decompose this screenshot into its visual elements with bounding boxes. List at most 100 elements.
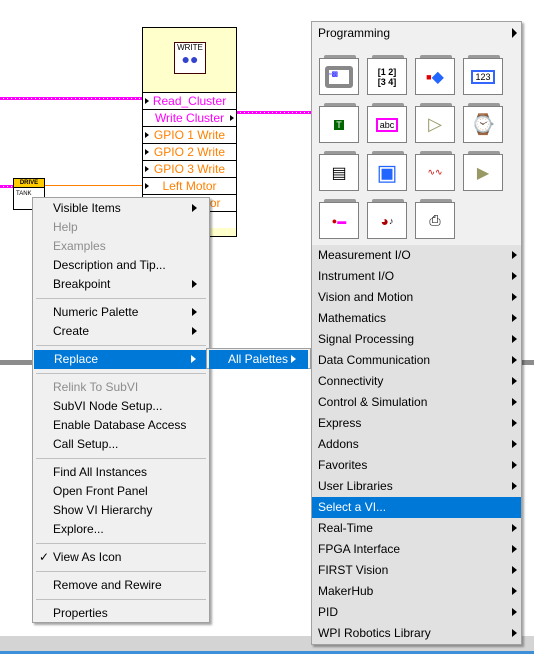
menu-separator (33, 595, 209, 604)
menu-item-label: Properties (53, 606, 108, 620)
menu-item[interactable]: Explore... (33, 520, 209, 539)
write-icon: WRITE ●● (174, 42, 206, 74)
palette-category[interactable]: WPI Robotics Library (312, 623, 521, 644)
string-icon[interactable]: abc (367, 103, 407, 143)
terminal[interactable]: GPIO 2 Write (143, 143, 236, 160)
palette-category[interactable]: Measurement I/O (312, 245, 521, 266)
terminal[interactable]: Read_Cluster (143, 92, 236, 109)
palette-category[interactable]: MakerHub (312, 581, 521, 602)
file-io-icon[interactable]: ▣ (367, 151, 407, 191)
palette-category[interactable]: PID (312, 602, 521, 623)
structures-icon[interactable]: ▫▩ (319, 55, 359, 95)
terminal[interactable]: GPIO 1 Write (143, 126, 236, 143)
glyph: ▬ (337, 215, 347, 226)
submenu-arrow-icon (291, 355, 296, 363)
palette-category[interactable]: Connectivity (312, 371, 521, 392)
application-control-icon[interactable]: ▶ (463, 151, 503, 191)
palette-category[interactable]: Express (312, 413, 521, 434)
dialog-ui-icon[interactable]: ▤ (319, 151, 359, 191)
palette-category[interactable]: User Libraries (312, 476, 521, 497)
menu-item-all-palettes[interactable]: All Palettes (209, 350, 308, 369)
menu-item[interactable]: Create (33, 322, 209, 341)
category-label: Express (318, 416, 362, 430)
cluster-class-variant-icon[interactable]: ■ ◆ (415, 55, 455, 95)
menu-item-label: Relink To SubVI (53, 380, 139, 394)
submenu-arrow-icon (512, 629, 517, 637)
menu-item[interactable]: Help (33, 218, 209, 237)
wire-drive (0, 185, 13, 188)
terminal[interactable]: Write Cluster (143, 109, 236, 126)
menu-item[interactable]: ✓ View As Icon (33, 548, 209, 567)
menu-item[interactable]: Examples (33, 237, 209, 256)
timing-icon[interactable]: ⌚ (463, 103, 503, 143)
category-label: User Libraries (318, 479, 393, 493)
category-label: Real-Time (318, 521, 373, 535)
menu-item[interactable]: Enable Database Access (33, 416, 209, 435)
menu-item[interactable]: Numeric Palette (33, 303, 209, 322)
menu-item[interactable]: Find All Instances (33, 463, 209, 482)
category-label: Connectivity (318, 374, 384, 388)
submenu-arrow-icon (512, 398, 517, 406)
menu-item[interactable]: Show VI Hierarchy (33, 501, 209, 520)
submenu-arrow-icon (512, 335, 517, 343)
palette-category[interactable]: FIRST Vision (312, 560, 521, 581)
glyph: ▫▩ (325, 65, 353, 88)
wire-left-motor (45, 185, 143, 186)
palette-category[interactable]: Mathematics (312, 308, 521, 329)
palette-category[interactable]: Instrument I/O (312, 266, 521, 287)
submenu-arrow-icon (512, 28, 517, 38)
menu-item[interactable]: Replace (34, 350, 208, 369)
palette-category[interactable]: Vision and Motion (312, 287, 521, 308)
array-icon[interactable]: [1 2] [3 4] (367, 55, 407, 95)
glyph: [1 2] [3 4] (377, 66, 397, 87)
palette-category[interactable]: Favorites (312, 455, 521, 476)
submenu-arrow-icon (512, 419, 517, 427)
menu-item[interactable]: Breakpoint (33, 275, 209, 294)
report-generation-icon[interactable]: ⎙ (415, 199, 455, 239)
menu-item[interactable]: Call Setup... (33, 435, 209, 454)
palette-title[interactable]: Programming (318, 26, 390, 40)
submenu-arrow-icon (512, 377, 517, 385)
menu-item[interactable]: Remove and Rewire (33, 576, 209, 595)
menu-item[interactable]: Properties (33, 604, 209, 623)
submenu-arrow-icon (512, 356, 517, 364)
boolean-icon[interactable]: T (319, 103, 359, 143)
category-label: Data Communication (318, 353, 431, 367)
palette-category[interactable]: Select a VI... (312, 497, 521, 518)
menu-item-label: Remove and Rewire (53, 578, 162, 592)
palette-category[interactable]: Addons (312, 434, 521, 455)
menu-item-label: Replace (54, 352, 99, 366)
menu-item-label: All Palettes (228, 352, 289, 366)
submenu-arrow-icon (512, 440, 517, 448)
menu-item[interactable]: Visible Items (33, 199, 209, 218)
menu-item-label: Open Front Panel (53, 484, 148, 498)
palette-category[interactable]: FPGA Interface (312, 539, 521, 560)
terminal[interactable]: Left Motor (143, 177, 236, 194)
menu-item-label: Enable Database Access (53, 418, 187, 432)
palette-category[interactable]: Control & Simulation (312, 392, 521, 413)
menu-item[interactable]: Open Front Panel (33, 482, 209, 501)
submenu-arrow-icon (192, 280, 197, 288)
menu-item[interactable]: Relink To SubVI (33, 378, 209, 397)
menu-item[interactable]: SubVI Node Setup... (33, 397, 209, 416)
menu-item-label: Visible Items (53, 201, 121, 215)
category-label: WPI Robotics Library (318, 626, 431, 640)
check-icon: ✓ (39, 550, 50, 564)
palette-category[interactable]: Data Communication (312, 350, 521, 371)
submenu-arrow-icon (191, 355, 196, 363)
terminal[interactable]: GPIO 3 Write (143, 160, 236, 177)
submenu-arrow-icon (192, 327, 197, 335)
waveform-icon[interactable]: ∿∿ (415, 151, 455, 191)
comparison-icon[interactable]: ▷ (415, 103, 455, 143)
palette-category[interactable]: Signal Processing (312, 329, 521, 350)
menu-separator (33, 567, 209, 576)
menu-item-label: SubVI Node Setup... (53, 399, 163, 413)
graphics-sound-icon[interactable]: ◕ ♪ (367, 199, 407, 239)
menu-item-label: Examples (53, 239, 106, 253)
menu-item-label: Help (53, 220, 78, 234)
menu-separator (33, 294, 209, 303)
palette-category[interactable]: Real-Time (312, 518, 521, 539)
numeric-icon[interactable]: 123 (463, 55, 503, 95)
menu-item[interactable]: Description and Tip... (33, 256, 209, 275)
synchronization-icon[interactable]: ● ▬ (319, 199, 359, 239)
